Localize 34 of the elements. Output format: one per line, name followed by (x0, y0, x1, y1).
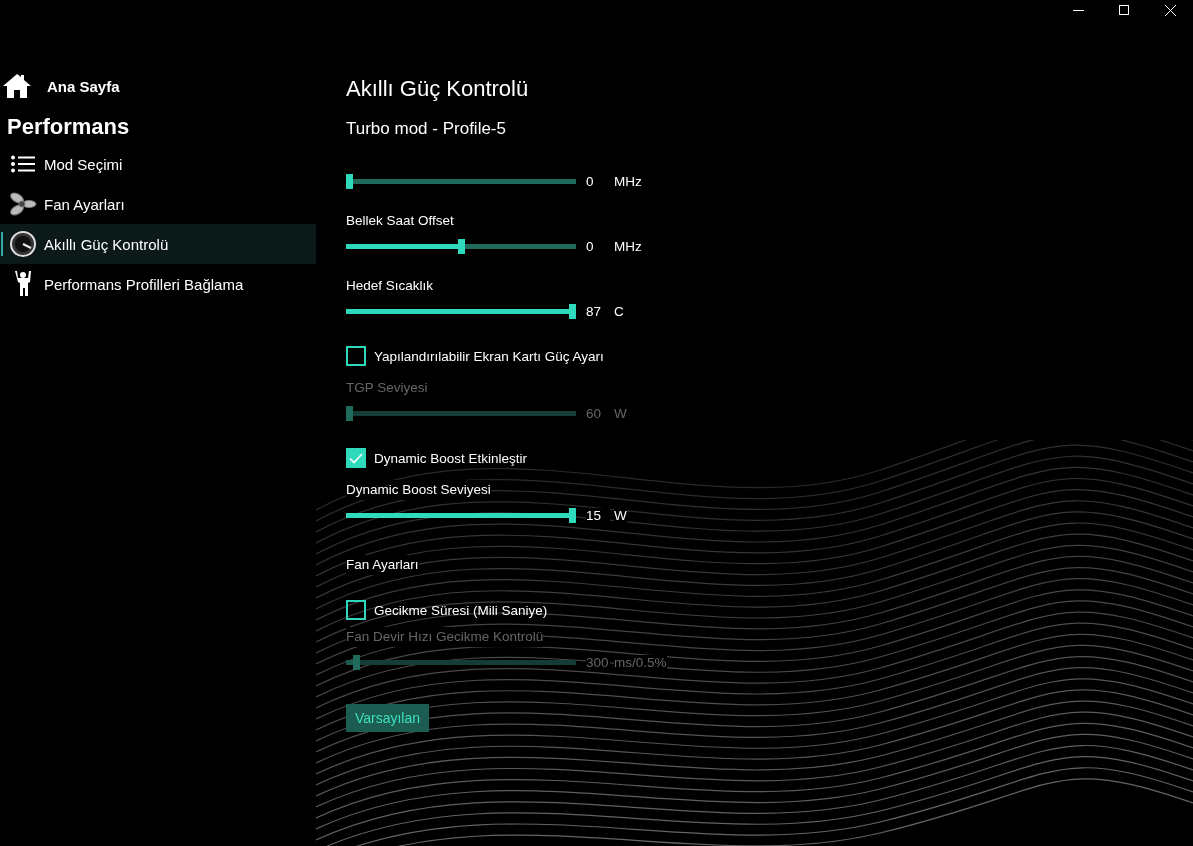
fan-icon (9, 192, 37, 216)
default-button[interactable]: Varsayılan (346, 704, 429, 732)
slider[interactable] (346, 238, 576, 254)
unit-label: ms/0.5% (614, 654, 667, 670)
checkbox[interactable]: Yapılandırılabilir Ekran Kartı Güç Ayarı (346, 346, 604, 366)
person-icon (14, 271, 32, 297)
home-link[interactable]: Ana Sayfa (0, 72, 316, 100)
slider[interactable] (346, 303, 576, 319)
sidebar-item[interactable]: Akıllı Güç Kontrolü (0, 224, 316, 264)
section-heading: Performans (6, 113, 131, 141)
list-icon (10, 155, 36, 173)
minimize-icon (1072, 9, 1084, 11)
unit-label: W (614, 507, 627, 523)
slider[interactable] (346, 405, 576, 421)
slider-label: Dynamic Boost Seviyesi (346, 480, 491, 500)
check-icon (349, 452, 363, 464)
sidebar-item[interactable]: Mod Seçimi (0, 144, 316, 184)
section-heading: Fan Ayarları (346, 555, 419, 575)
maximize-icon (1119, 5, 1129, 15)
selection-indicator (1, 232, 3, 256)
profile-subtitle: Turbo mod - Profile-5 (346, 118, 507, 140)
slider-value: 15 (586, 507, 610, 523)
gauge-icon (10, 231, 36, 257)
home-icon (3, 74, 31, 98)
page-title: Akıllı Güç Kontrolü (346, 76, 530, 102)
sidebar-item[interactable]: Performans Profilleri Bağlama (0, 264, 316, 304)
close-icon (1164, 4, 1176, 16)
checkbox[interactable]: Gecikme Süresi (Mili Saniye) (346, 600, 548, 620)
slider-label: Fan Devir Hızı Gecikme Kontrolü (346, 627, 544, 647)
checkbox[interactable]: Dynamic Boost Etkinleştir (346, 448, 528, 468)
slider[interactable] (346, 507, 576, 523)
slider[interactable] (346, 654, 576, 670)
sidebar-item[interactable]: Fan Ayarları (0, 184, 316, 224)
slider[interactable] (346, 173, 576, 189)
